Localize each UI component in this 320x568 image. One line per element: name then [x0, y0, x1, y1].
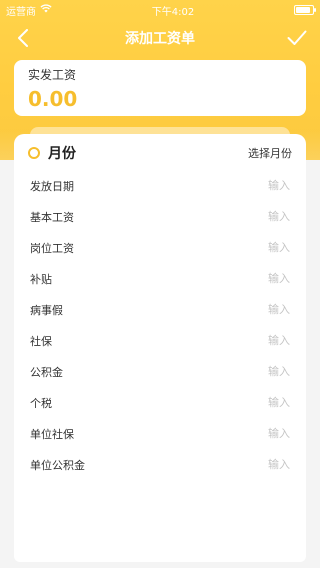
- field-input[interactable]: [210, 334, 290, 347]
- field-label: 发放日期: [30, 179, 74, 193]
- status-time: 下午4:02: [151, 6, 195, 18]
- wifi-icon: [40, 4, 52, 16]
- field-input[interactable]: [210, 396, 290, 409]
- field-label: 岗位工资: [30, 241, 74, 255]
- field-label: 个税: [30, 396, 52, 410]
- month-title: 月份: [28, 143, 76, 163]
- checkmark-icon: [287, 30, 307, 45]
- field-label: 单位社保: [30, 427, 74, 441]
- field-row: 病事假: [14, 294, 306, 325]
- field-list: 发放日期 基本工资 岗位工资 补贴 病事假 社保 公积金 个税: [14, 170, 306, 480]
- salary-form-card: 月份 选择月份 发放日期 基本工资 岗位工资 补贴 病事假 社保 公积: [14, 134, 306, 562]
- field-row: 单位公积金: [14, 449, 306, 480]
- circle-icon: [28, 147, 40, 159]
- month-row: 月份 选择月份: [14, 142, 306, 164]
- confirm-button[interactable]: [286, 26, 308, 50]
- field-label: 单位公积金: [30, 458, 85, 472]
- back-button[interactable]: [14, 26, 32, 50]
- field-input[interactable]: [210, 303, 290, 316]
- field-label: 病事假: [30, 303, 63, 317]
- navigation-bar: 添加工资单: [0, 24, 320, 52]
- battery-icon: [294, 5, 316, 15]
- field-row: 岗位工资: [14, 232, 306, 263]
- field-input[interactable]: [210, 365, 290, 378]
- field-row: 公积金: [14, 356, 306, 387]
- month-label: 月份: [48, 146, 76, 162]
- field-row: 社保: [14, 325, 306, 356]
- field-label: 基本工资: [30, 210, 74, 224]
- field-label: 公积金: [30, 365, 63, 379]
- field-input[interactable]: [210, 458, 290, 471]
- field-row: 补贴: [14, 263, 306, 294]
- page-title: 添加工资单: [125, 31, 195, 47]
- net-salary-label: 实发工资: [28, 68, 77, 82]
- status-right: [294, 5, 316, 15]
- field-row: 单位社保: [14, 418, 306, 449]
- field-label: 社保: [30, 334, 52, 348]
- field-input[interactable]: [210, 241, 290, 254]
- field-input[interactable]: [210, 272, 290, 285]
- field-input[interactable]: [210, 179, 290, 192]
- net-salary-card: 实发工资 0.00: [14, 60, 306, 116]
- field-row: 发放日期: [14, 170, 306, 201]
- chevron-left-icon: [18, 29, 28, 47]
- carrier-label: 运营商: [6, 6, 36, 18]
- field-row: 基本工资: [14, 201, 306, 232]
- status-bar: 运营商 下午4:02: [0, 0, 320, 20]
- select-month-button[interactable]: 选择月份: [248, 145, 292, 161]
- field-row: 个税: [14, 387, 306, 418]
- field-input[interactable]: [210, 427, 290, 440]
- field-input[interactable]: [210, 210, 290, 223]
- field-label: 补贴: [30, 272, 52, 286]
- status-left: 运营商: [6, 3, 52, 18]
- net-salary-amount: 0.00: [28, 87, 78, 111]
